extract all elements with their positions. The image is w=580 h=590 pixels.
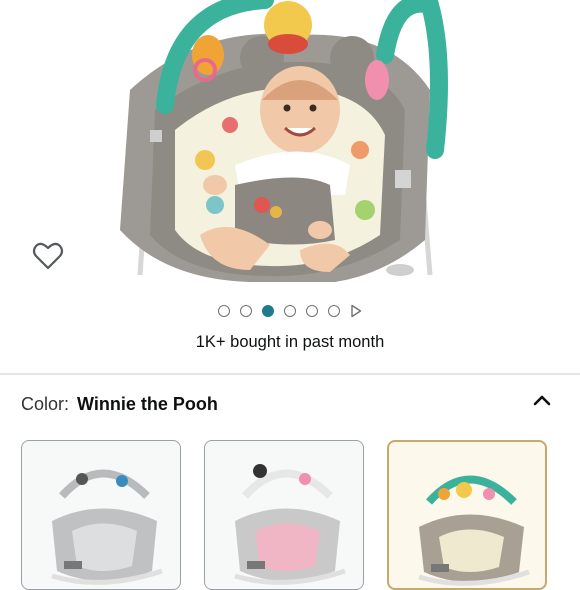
carousel-dot[interactable] — [306, 305, 318, 317]
pink-bouncer-thumbnail — [234, 464, 346, 585]
color-selector-header[interactable]: Color: Winnie the Pooh — [21, 394, 218, 415]
product-image[interactable] — [0, 0, 580, 285]
selected-color-value: Winnie the Pooh — [77, 394, 218, 414]
swatch-gray-mickey-bouncer[interactable] — [21, 440, 181, 590]
wishlist-button[interactable] — [30, 238, 66, 274]
carousel-dot[interactable] — [328, 305, 340, 317]
swatch-winnie-the-pooh-bouncer[interactable] — [387, 440, 547, 590]
bouncer-illustration — [120, 0, 448, 285]
carousel-dot[interactable] — [218, 305, 230, 317]
carousel-dot-active[interactable] — [262, 305, 274, 317]
gray-bouncer-thumbnail — [51, 469, 163, 585]
swatch-pink-minnie-bouncer[interactable] — [204, 440, 364, 590]
play-icon[interactable] — [350, 304, 362, 318]
collapse-button[interactable] — [529, 388, 555, 414]
carousel-dot[interactable] — [240, 305, 252, 317]
carousel-indicator — [0, 300, 580, 322]
chevron-up-icon — [533, 395, 551, 406]
pooh-bouncer-thumbnail — [418, 475, 530, 586]
color-label: Color: — [21, 394, 70, 414]
section-divider — [0, 373, 580, 375]
carousel-dot[interactable] — [284, 305, 296, 317]
heart-outline-icon — [32, 242, 64, 270]
bought-past-month-text: 1K+ bought in past month — [195, 333, 385, 351]
